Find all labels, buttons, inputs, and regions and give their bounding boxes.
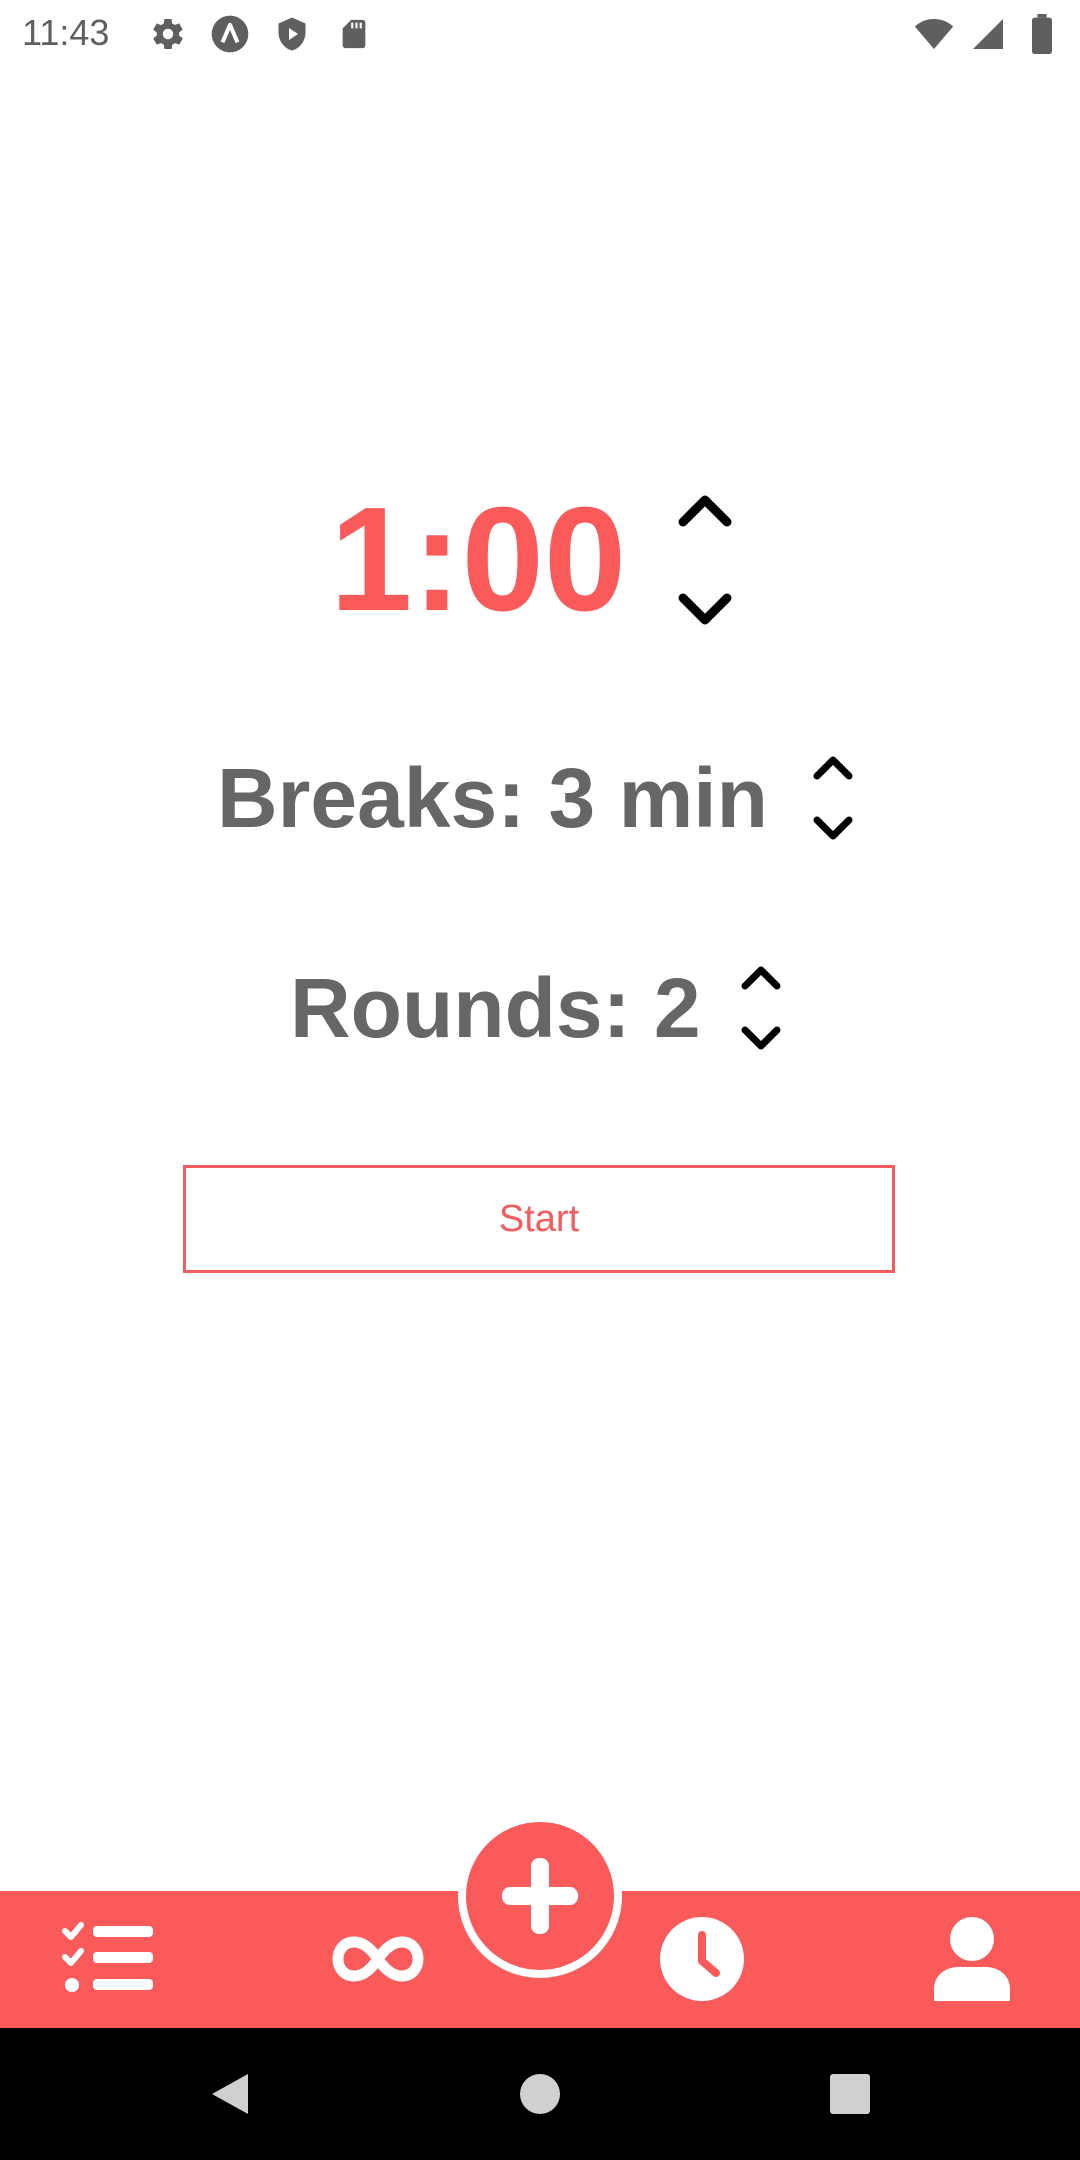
- back-icon: [212, 2074, 248, 2114]
- timer-row: 1:00: [0, 480, 1080, 640]
- shield-play-icon: [272, 14, 312, 54]
- status-bar: 11:43: [0, 0, 1080, 68]
- timer-decrease-icon[interactable]: [675, 590, 735, 630]
- rounds-label: Rounds: 2: [290, 961, 701, 1055]
- checklist-icon: [62, 1922, 153, 1992]
- wifi-icon: [914, 14, 954, 54]
- signal-icon: [968, 14, 1008, 54]
- rounds-decrease-icon[interactable]: [739, 1024, 783, 1054]
- breaks-increase-icon[interactable]: [811, 752, 855, 782]
- system-home-button[interactable]: [500, 2028, 580, 2160]
- add-icon: [502, 1858, 578, 1934]
- add-button[interactable]: [458, 1814, 622, 1978]
- breaks-label: Breaks: 3 min: [217, 751, 768, 845]
- screen: 11:43 1:00 Breaks: 3 min Rounds: 2 Start: [0, 0, 1080, 2160]
- timer-value: 1:00: [330, 477, 627, 642]
- status-right-icons: [914, 14, 1062, 54]
- system-nav-bar: [0, 2028, 1080, 2160]
- status-time: 11:43: [22, 12, 110, 53]
- infinity-icon: [332, 1936, 424, 1982]
- clock-icon: [660, 1917, 744, 2001]
- nav-timer[interactable]: [652, 1913, 752, 2005]
- gear-icon: [148, 14, 188, 54]
- nav-tasks[interactable]: [58, 1913, 158, 2005]
- system-recents-button[interactable]: [810, 2028, 890, 2160]
- rounds-stepper: [736, 962, 786, 1054]
- timer-increase-icon[interactable]: [675, 490, 735, 530]
- recents-icon: [830, 2074, 870, 2114]
- timer-stepper: [675, 490, 735, 630]
- status-left-icons: [148, 14, 374, 54]
- breaks-decrease-icon[interactable]: [811, 814, 855, 844]
- home-icon: [520, 2074, 560, 2114]
- battery-icon: [1022, 14, 1062, 54]
- add-button-inner: [466, 1822, 614, 1970]
- start-button[interactable]: Start: [183, 1165, 895, 1273]
- system-back-button[interactable]: [190, 2028, 270, 2160]
- user-icon: [934, 1917, 1010, 2001]
- breaks-stepper: [808, 752, 858, 844]
- sd-card-icon: [334, 14, 374, 54]
- nav-infinity[interactable]: [328, 1913, 428, 2005]
- app-a-icon: [210, 14, 250, 54]
- nav-profile[interactable]: [922, 1913, 1022, 2005]
- rounds-increase-icon[interactable]: [739, 962, 783, 992]
- start-button-label: Start: [498, 1197, 580, 1240]
